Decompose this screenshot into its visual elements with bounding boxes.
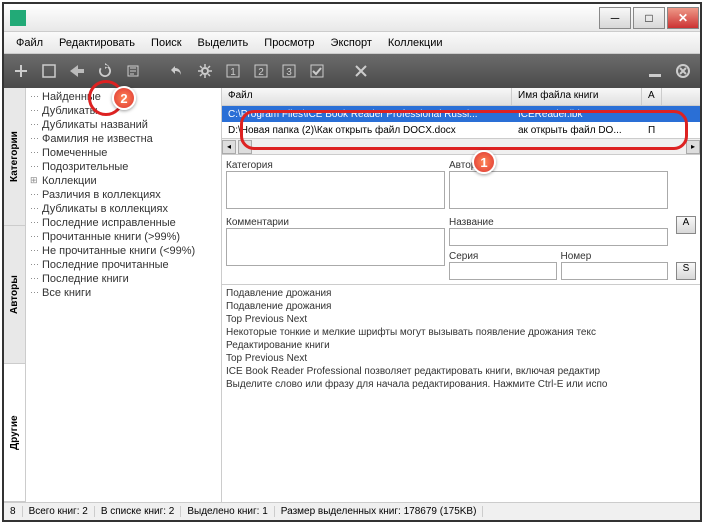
category-field[interactable]	[226, 171, 445, 209]
tab-authors[interactable]: Авторы	[4, 226, 25, 364]
help-line: Выделите слово или фразу для начала реда…	[226, 378, 696, 391]
tree-item[interactable]: Последние книги	[28, 272, 219, 286]
text-icon[interactable]	[120, 58, 146, 84]
titlebar: ─ □ ✕	[4, 4, 700, 32]
menu-file[interactable]: Файл	[8, 35, 51, 51]
cell-file: C:\Program Files\ICE Book Reader Profess…	[222, 108, 512, 121]
scroll-left-icon[interactable]: ◂	[222, 140, 236, 154]
tab-categories[interactable]: Категории	[4, 88, 25, 226]
help-text: Подавление дрожания Подавление дрожания …	[222, 285, 700, 502]
app-icon	[10, 10, 26, 26]
help-line: Подавление дрожания	[226, 300, 696, 313]
scroll-thumb[interactable]	[238, 140, 252, 154]
close-button[interactable]: ✕	[667, 7, 699, 29]
tree-item[interactable]: Не прочитанные книги (<99%)	[28, 244, 219, 258]
check-icon[interactable]	[304, 58, 330, 84]
tree-item[interactable]: Подозрительные	[28, 160, 219, 174]
label-category: Категория	[226, 160, 273, 171]
tree-item[interactable]: Дубликаты названий	[28, 118, 219, 132]
svg-text:1: 1	[230, 67, 236, 78]
add-icon[interactable]	[8, 58, 34, 84]
undo-icon[interactable]	[164, 58, 190, 84]
col-bookname[interactable]: Имя файла книги	[512, 88, 642, 105]
menu-export[interactable]: Экспорт	[323, 35, 380, 51]
cell-file: D:\Новая папка (2)\Как открыть файл DOCX…	[222, 124, 512, 137]
book-icon[interactable]	[36, 58, 62, 84]
tab-other[interactable]: Другие	[4, 364, 25, 502]
tree-item[interactable]: Последние исправленные	[28, 216, 219, 230]
num1-icon[interactable]: 1	[220, 58, 246, 84]
tree-item[interactable]: Различия в коллекциях	[28, 188, 219, 202]
menu-collections[interactable]: Коллекции	[380, 35, 451, 51]
tree-item[interactable]: Последние прочитанные	[28, 258, 219, 272]
minimize-panel-icon[interactable]	[642, 58, 668, 84]
delete-icon[interactable]	[348, 58, 374, 84]
file-list-header: Файл Имя файла книги А	[222, 88, 700, 106]
main-panel: Файл Имя файла книги А C:\Program Files\…	[222, 88, 700, 502]
annotation-badge-1: 1	[472, 150, 496, 174]
help-nav: Top Previous Next	[226, 313, 696, 326]
s-button[interactable]: S	[676, 262, 696, 280]
help-line: Некоторые тонкие и мелкие шрифты могут в…	[226, 326, 696, 339]
cell-bookname: ICEReader.ibk	[512, 108, 642, 121]
status-total: Всего книг: 2	[23, 506, 95, 517]
label-title: Название	[449, 217, 494, 228]
cell-bookname: ак открыть файл DO...	[512, 124, 642, 137]
col-file[interactable]: Файл	[222, 88, 512, 105]
toolbar: 1 2 3	[4, 54, 700, 88]
help-nav: Top Previous Next	[226, 352, 696, 365]
status-size: Размер выделенных книг: 178679 (175KB)	[275, 506, 484, 517]
menu-edit[interactable]: Редактировать	[51, 35, 143, 51]
content-area: Категории Авторы Другие Найденные Дублик…	[4, 88, 700, 502]
app-window: ─ □ ✕ Файл Редактировать Поиск Выделить …	[2, 2, 702, 522]
title-field[interactable]	[449, 228, 668, 246]
num2-icon[interactable]: 2	[248, 58, 274, 84]
scroll-right-icon[interactable]: ▸	[686, 140, 700, 154]
file-list: Файл Имя файла книги А C:\Program Files\…	[222, 88, 700, 155]
table-row[interactable]: D:\Новая папка (2)\Как открыть файл DOCX…	[222, 122, 700, 138]
menubar: Файл Редактировать Поиск Выделить Просмо…	[4, 32, 700, 54]
svg-text:3: 3	[286, 67, 292, 78]
col-a[interactable]: А	[642, 88, 662, 105]
help-line: ICE Book Reader Professional позволяет р…	[226, 365, 696, 378]
label-number: Номер	[561, 251, 592, 262]
menu-view[interactable]: Просмотр	[256, 35, 322, 51]
svg-text:2: 2	[258, 67, 264, 78]
a-button[interactable]: A	[676, 216, 696, 234]
tree-item[interactable]: Прочитанные книги (>99%)	[28, 230, 219, 244]
tree-item[interactable]: Дубликаты в коллекциях	[28, 202, 219, 216]
label-series: Серия	[449, 251, 478, 262]
author-field[interactable]	[449, 171, 668, 209]
status-num: 8	[4, 506, 23, 517]
help-line: Редактирование книги	[226, 339, 696, 352]
close-panel-icon[interactable]	[670, 58, 696, 84]
gear-icon[interactable]	[192, 58, 218, 84]
statusbar: 8 Всего книг: 2 В списке книг: 2 Выделен…	[4, 502, 700, 520]
refresh-icon[interactable]	[92, 58, 118, 84]
label-comment: Комментарии	[226, 217, 289, 228]
minimize-button[interactable]: ─	[599, 7, 631, 29]
num3-icon[interactable]: 3	[276, 58, 302, 84]
table-row[interactable]: C:\Program Files\ICE Book Reader Profess…	[222, 106, 700, 122]
tree-item[interactable]: Помеченные	[28, 146, 219, 160]
status-selected: Выделено книг: 1	[181, 506, 274, 517]
menu-select[interactable]: Выделить	[190, 35, 257, 51]
comment-field[interactable]	[226, 228, 445, 266]
horizontal-scrollbar[interactable]: ◂ ▸	[222, 138, 700, 154]
number-field[interactable]	[561, 262, 669, 280]
tree-item-collections[interactable]: Коллекции	[28, 174, 219, 188]
side-tabs: Категории Авторы Другие	[4, 88, 26, 502]
menu-search[interactable]: Поиск	[143, 35, 189, 51]
metadata-form: Категория Автор Комментарии Название	[222, 155, 700, 285]
status-list: В списке книг: 2	[95, 506, 182, 517]
tree-item[interactable]: Фамилия не известна	[28, 132, 219, 146]
annotation-badge-2: 2	[112, 86, 136, 110]
category-tree[interactable]: Найденные Дубликаты Дубликаты названий Ф…	[26, 88, 222, 502]
cell-a: П	[642, 124, 662, 137]
maximize-button[interactable]: □	[633, 7, 665, 29]
help-line: Подавление дрожания	[226, 287, 696, 300]
series-field[interactable]	[449, 262, 557, 280]
tree-item[interactable]: Все книги	[28, 286, 219, 300]
export-arrow-icon[interactable]	[64, 58, 90, 84]
